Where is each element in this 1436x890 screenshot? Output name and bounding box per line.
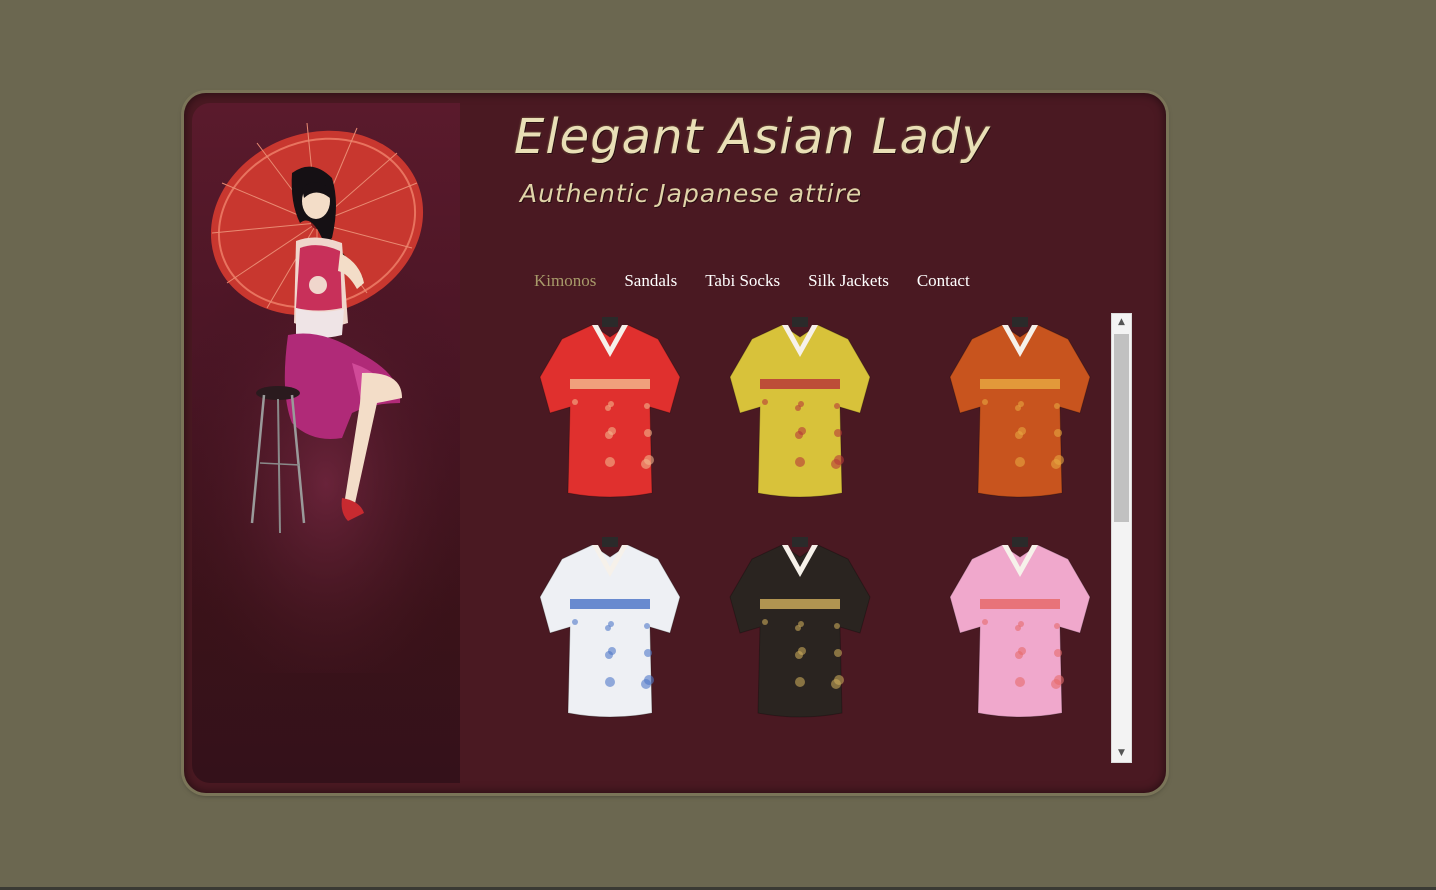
kimono-thumbnail-black-gold-kimono[interactable]	[720, 537, 880, 727]
nav-contact[interactable]: Contact	[917, 271, 970, 291]
scroll-down-arrow-icon[interactable]: ▼	[1112, 745, 1131, 762]
main-nav: Kimonos Sandals Tabi Socks Silk Jackets …	[534, 271, 998, 291]
kimono-thumbnail-red-floral-kimono[interactable]	[530, 317, 690, 507]
kimono-thumbnail-white-blue-yukata[interactable]	[530, 537, 690, 727]
kimono-gallery	[528, 315, 1110, 763]
nav-tabi-socks[interactable]: Tabi Socks	[705, 271, 780, 291]
nav-silk-jackets[interactable]: Silk Jackets	[808, 271, 889, 291]
main-frame: Elegant Asian Lady Authentic Japanese at…	[184, 93, 1166, 793]
kimono-thumbnail-yellow-kimono[interactable]	[720, 317, 880, 507]
scroll-up-arrow-icon[interactable]: ▲	[1112, 314, 1131, 331]
gallery-scrollbar[interactable]: ▲ ▼	[1111, 313, 1132, 763]
site-title: Elegant Asian Lady	[514, 109, 991, 165]
site-subtitle: Authentic Japanese attire	[520, 179, 863, 208]
nav-kimonos[interactable]: Kimonos	[534, 271, 596, 291]
left-panel	[192, 103, 460, 783]
nav-sandals[interactable]: Sandals	[624, 271, 677, 291]
kimono-thumbnail-orange-brocade-kimono[interactable]	[940, 317, 1100, 507]
scrollbar-thumb[interactable]	[1114, 334, 1129, 522]
lady-with-parasol-illustration	[192, 122, 460, 673]
kimono-thumbnail-pink-floral-kimono[interactable]	[940, 537, 1100, 727]
